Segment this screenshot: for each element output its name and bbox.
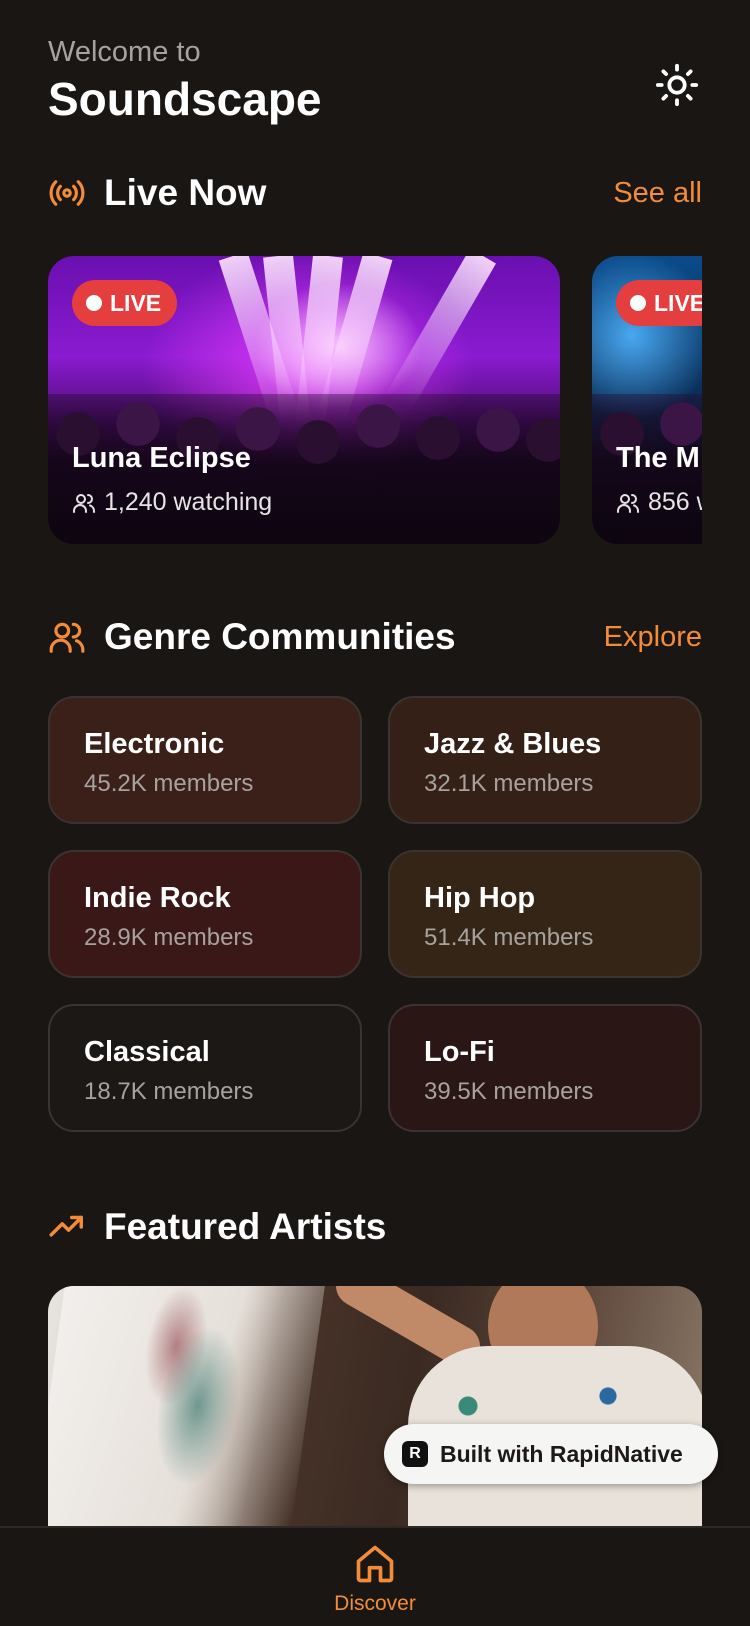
genre-name: Indie Rock: [84, 882, 231, 914]
genre-members: 32.1K members: [424, 770, 594, 797]
genre-name: Electronic: [84, 728, 225, 760]
genre-members: 51.4K members: [424, 924, 594, 951]
artist-image: [48, 1286, 325, 1526]
genre-name: Hip Hop: [424, 882, 536, 914]
viewer-count: 856 w: [616, 488, 702, 517]
trending-up-icon: [48, 1207, 88, 1247]
genre-card-electronic[interactable]: Electronic 45.2K members: [48, 696, 362, 824]
genre-name: Classical: [84, 1036, 210, 1068]
see-all-link[interactable]: See all: [613, 177, 702, 210]
genre-members: 18.7K members: [84, 1078, 254, 1105]
genre-card-indie-rock[interactable]: Indie Rock 28.9K members: [48, 850, 362, 978]
header: Welcome to Soundscape: [48, 34, 322, 128]
genre-card-classical[interactable]: Classical 18.7K members: [48, 1004, 362, 1132]
sun-icon: [655, 63, 699, 107]
genre-name: Jazz & Blues: [424, 728, 602, 760]
genre-communities-header: Genre Communities Explore: [48, 616, 702, 658]
live-badge: LIVE: [72, 280, 178, 326]
genre-card-hip-hop[interactable]: Hip Hop 51.4K members: [388, 850, 702, 978]
tab-discover-label: Discover: [334, 1592, 416, 1615]
welcome-text: Welcome to: [48, 36, 201, 68]
artist-name: The M: [616, 442, 700, 474]
live-card[interactable]: LIVE The M 856 w: [592, 256, 702, 544]
genre-members: 39.5K members: [424, 1078, 594, 1105]
viewer-count-label: 1,240 watching: [104, 488, 273, 516]
genre-members: 45.2K members: [84, 770, 254, 797]
broadcast-icon: [48, 173, 88, 213]
users-icon: [73, 493, 95, 513]
genre-card-lo-fi[interactable]: Lo-Fi 39.5K members: [388, 1004, 702, 1132]
users-icon: [48, 617, 88, 657]
bottom-tab-bar: Discover: [0, 1526, 750, 1626]
users-icon: [617, 493, 639, 513]
live-carousel[interactable]: LIVE Luna Eclipse 1,240 watching LIVE Th…: [48, 256, 702, 544]
genre-card-jazz-blues[interactable]: Jazz & Blues 32.1K members: [388, 696, 702, 824]
viewer-count-label: 856 w: [648, 488, 702, 516]
app-title: Soundscape: [48, 73, 322, 125]
theme-toggle-button[interactable]: [650, 58, 704, 112]
genre-members: 28.9K members: [84, 924, 254, 951]
artist-name: Luna Eclipse: [72, 442, 251, 474]
live-badge-label: LIVE: [654, 289, 702, 316]
featured-artists-title: Featured Artists: [104, 1206, 387, 1247]
live-badge-label: LIVE: [110, 289, 162, 316]
live-now-title: Live Now: [104, 172, 267, 213]
live-now-header: Live Now See all: [48, 172, 702, 214]
live-dot-icon: [630, 295, 646, 311]
live-badge: LIVE: [616, 280, 702, 326]
built-with-badge[interactable]: R Built with RapidNative: [384, 1424, 718, 1484]
featured-artist-card[interactable]: [48, 1286, 702, 1526]
home-icon: [356, 1545, 394, 1583]
genre-communities-title: Genre Communities: [104, 616, 456, 657]
rapidnative-logo-icon: R: [402, 1441, 428, 1467]
built-with-label: Built with RapidNative: [440, 1440, 683, 1467]
viewer-count: 1,240 watching: [72, 488, 272, 517]
tab-discover[interactable]: Discover: [325, 1542, 425, 1616]
stage-light: [385, 256, 496, 411]
featured-artists-header: Featured Artists: [48, 1206, 702, 1248]
live-dot-icon: [86, 295, 102, 311]
live-card[interactable]: LIVE Luna Eclipse 1,240 watching: [48, 256, 560, 544]
genre-name: Lo-Fi: [424, 1036, 495, 1068]
explore-link[interactable]: Explore: [604, 621, 702, 654]
